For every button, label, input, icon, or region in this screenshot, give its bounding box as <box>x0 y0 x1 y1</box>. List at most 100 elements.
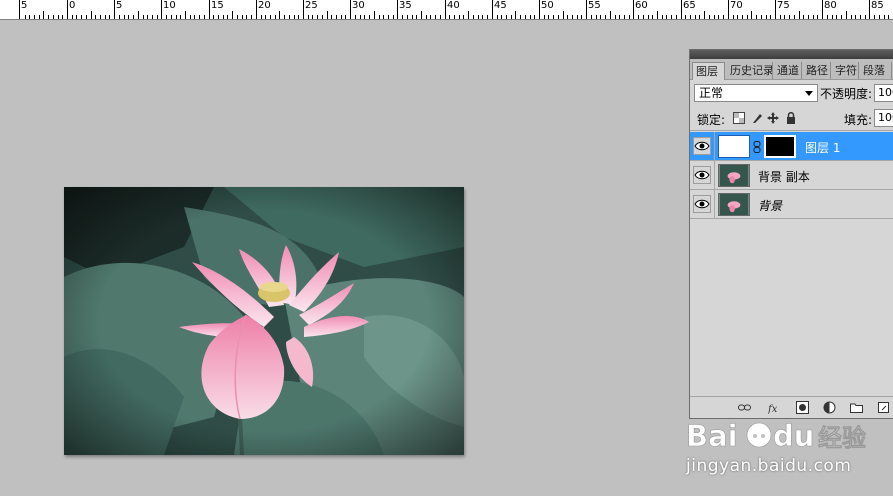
layer-thumbnail[interactable] <box>718 193 750 216</box>
ruler-minor-tick <box>157 15 158 19</box>
horizontal-ruler[interactable]: 5 0 5 10 15 20 25 30 35 40 45 50 55 60 65 70 75 80 85 <box>0 0 893 20</box>
panel-tabs: 图层 历史记录 通道 路径 字符 段落 <box>690 59 893 80</box>
ruler-minor-tick <box>279 11 280 19</box>
ruler-minor-tick <box>851 15 852 19</box>
ruler-minor-tick <box>671 15 672 19</box>
ruler-minor-tick <box>374 11 375 19</box>
ruler-label: 10 <box>163 0 176 11</box>
panel-titlebar[interactable] <box>690 50 893 59</box>
ruler-major-tick <box>728 0 729 19</box>
blend-mode-select[interactable]: 正常 <box>694 84 818 102</box>
new-group-icon[interactable] <box>850 401 863 414</box>
lock-transparent-pixels-icon[interactable] <box>733 112 745 124</box>
ruler-minor-tick <box>770 15 771 19</box>
ruler-major-tick <box>350 0 351 19</box>
ruler-minor-tick <box>874 15 875 19</box>
ruler-minor-tick <box>454 15 455 19</box>
layer-thumbnail[interactable] <box>718 164 750 187</box>
ruler-minor-tick <box>860 15 861 19</box>
ruler-minor-tick <box>43 11 44 19</box>
ruler-minor-tick <box>733 15 734 19</box>
ruler-minor-tick <box>468 11 469 19</box>
tab-channels[interactable]: 通道 <box>774 62 802 79</box>
ruler-minor-tick <box>501 15 502 19</box>
ruler-minor-tick <box>251 15 252 19</box>
ruler-minor-tick <box>246 15 247 19</box>
tab-history[interactable]: 历史记录 <box>727 62 773 79</box>
tab-character[interactable]: 字符 <box>832 62 859 79</box>
lock-image-pixels-icon[interactable] <box>751 112 763 124</box>
adjustment-layer-icon[interactable] <box>823 401 836 414</box>
ruler-minor-tick <box>624 15 625 19</box>
ruler-minor-tick <box>511 15 512 19</box>
ruler-minor-tick <box>799 11 800 19</box>
layer-mask-thumbnail[interactable] <box>764 135 796 158</box>
ruler-label: 5 <box>116 0 123 11</box>
ruler-minor-tick <box>449 15 450 19</box>
ruler-major-tick <box>161 0 162 19</box>
layer-visibility-toggle[interactable] <box>693 137 711 155</box>
eye-icon <box>694 141 710 151</box>
ruler-major-tick <box>586 0 587 19</box>
layer-visibility-toggle[interactable] <box>693 166 711 184</box>
ruler-minor-tick <box>124 15 125 19</box>
ruler-minor-tick <box>53 15 54 19</box>
ruler-minor-tick <box>685 15 686 19</box>
ruler-minor-tick <box>695 15 696 19</box>
ruler-minor-tick <box>294 15 295 19</box>
ruler-label: 35 <box>399 0 412 11</box>
layer-visibility-toggle[interactable] <box>693 195 711 213</box>
layer-row-layer-1[interactable]: 图层 1 <box>690 132 893 161</box>
ruler-minor-tick <box>72 15 73 19</box>
tab-paragraph[interactable]: 段落 <box>860 62 892 79</box>
chevron-down-icon <box>805 91 813 96</box>
ruler-minor-tick <box>152 15 153 19</box>
new-layer-icon[interactable] <box>877 401 890 414</box>
ruler-minor-tick <box>515 11 516 19</box>
ruler-label: 45 <box>494 0 507 11</box>
chain-link-icon[interactable] <box>753 141 761 153</box>
ruler-minor-tick <box>138 11 139 19</box>
ruler-minor-tick <box>813 15 814 19</box>
ruler-minor-tick <box>100 15 101 19</box>
ruler-minor-tick <box>383 15 384 19</box>
layer-mask-icon[interactable] <box>796 401 809 414</box>
opacity-input[interactable]: 100% <box>874 84 893 102</box>
ruler-major-tick <box>445 0 446 19</box>
ruler-minor-tick <box>317 15 318 19</box>
layer-thumbnail[interactable] <box>718 135 750 158</box>
link-layers-icon[interactable] <box>738 401 751 414</box>
ruler-minor-tick <box>718 15 719 19</box>
tab-paths[interactable]: 路径 <box>803 62 831 79</box>
layer-row-background-copy[interactable]: 背景 副本 <box>690 161 893 190</box>
svg-text:fx: fx <box>768 404 778 414</box>
tab-layers[interactable]: 图层 <box>692 62 725 80</box>
ruler-minor-tick <box>690 15 691 19</box>
ruler-label: 30 <box>352 0 365 11</box>
ruler-minor-tick <box>596 15 597 19</box>
layer-row-background[interactable]: 背景 <box>690 190 893 219</box>
ruler-major-tick <box>19 0 20 19</box>
ruler-label: 25 <box>305 0 318 11</box>
ruler-minor-tick <box>846 11 847 19</box>
ruler-minor-tick <box>572 15 573 19</box>
layer-style-icon[interactable]: fx <box>768 401 781 414</box>
ruler-minor-tick <box>265 15 266 19</box>
ruler-minor-tick <box>888 15 889 19</box>
ruler-minor-tick <box>261 15 262 19</box>
ruler-minor-tick <box>218 15 219 19</box>
ruler-minor-tick <box>327 11 328 19</box>
ruler-major-tick <box>114 0 115 19</box>
lock-position-icon[interactable] <box>767 112 779 124</box>
ruler-minor-tick <box>803 15 804 19</box>
lock-all-icon[interactable] <box>785 112 797 124</box>
ruler-major-tick <box>869 0 870 19</box>
canvas-image[interactable] <box>64 187 464 455</box>
ruler-minor-tick <box>421 11 422 19</box>
ruler-minor-tick <box>643 15 644 19</box>
ruler-minor-tick <box>794 15 795 19</box>
fill-input[interactable]: 100% <box>874 109 893 127</box>
ruler-minor-tick <box>242 15 243 19</box>
ruler-minor-tick <box>416 15 417 19</box>
ruler-major-tick <box>397 0 398 19</box>
